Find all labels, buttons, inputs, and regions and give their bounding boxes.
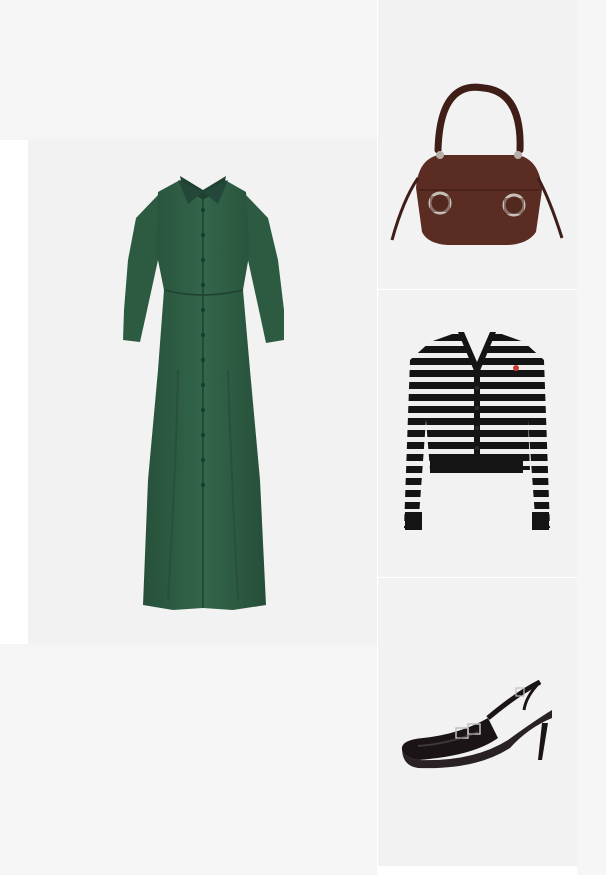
product-card-bag[interactable] xyxy=(378,0,577,289)
shoulder-bag-image xyxy=(390,83,564,245)
slingback-heel-image xyxy=(401,679,552,769)
background-bottom xyxy=(0,644,377,875)
shirt-dress-image xyxy=(123,176,284,610)
product-card-cardigan[interactable] xyxy=(378,290,577,577)
striped-cardigan-image xyxy=(404,332,550,530)
background-top xyxy=(0,0,377,140)
background-right xyxy=(577,0,606,875)
product-card-shoe[interactable] xyxy=(378,578,577,866)
product-card-dress[interactable] xyxy=(28,140,377,644)
